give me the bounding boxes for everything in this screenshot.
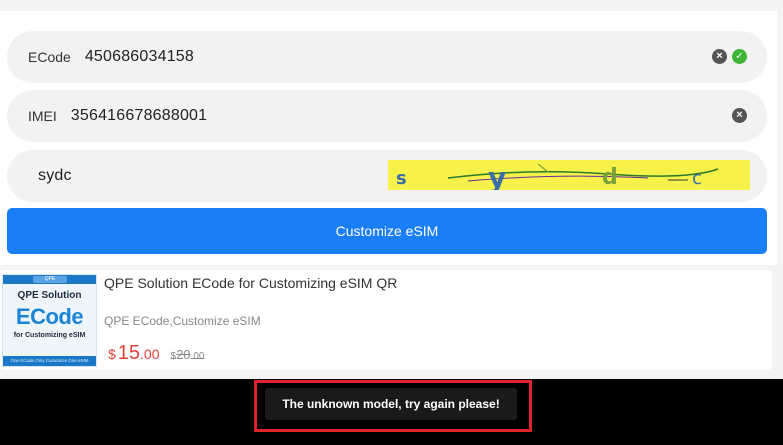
thumb-footer: One ECode Only Customize One eSIM — [3, 356, 96, 366]
captcha-field[interactable]: sydc s y d c — [7, 150, 767, 202]
thumb-brand: QPE Solution — [17, 290, 82, 301]
captcha-image[interactable]: s y d c — [388, 160, 750, 190]
page: ECode 450686034158 × ✓ IMEI 356416678688… — [0, 0, 783, 445]
svg-text:y: y — [488, 161, 506, 190]
old-price-integer: 20 — [176, 347, 191, 362]
svg-text:d: d — [602, 165, 618, 190]
ecode-input[interactable]: 450686034158 — [85, 48, 194, 66]
product-thumbnail[interactable]: QPE QPE Solution ECode for Customizing e… — [2, 274, 97, 367]
imei-label: IMEI — [28, 108, 57, 124]
clear-icon[interactable]: × — [712, 49, 727, 64]
check-circle-icon: ✓ — [732, 49, 747, 64]
price-integer: 15 — [117, 342, 141, 364]
thumb-subtitle: for Customizing eSIM — [13, 332, 86, 339]
price-currency: $ — [108, 346, 116, 362]
clear-icon[interactable]: × — [732, 108, 747, 123]
old-price: $20.00 — [171, 347, 205, 362]
ecode-label: ECode — [28, 49, 71, 65]
old-price-decimal: .00 — [190, 351, 205, 362]
thumb-badge: QPE — [33, 276, 67, 283]
svg-text:s: s — [396, 168, 407, 189]
error-toast: The unknown model, try again please! — [265, 388, 517, 420]
imei-input[interactable]: 356416678688001 — [71, 107, 207, 125]
top-strip — [0, 0, 783, 11]
imei-field[interactable]: IMEI 356416678688001 × — [7, 90, 767, 142]
thumb-product-name: ECode — [15, 304, 84, 329]
customize-esim-button[interactable]: Customize eSIM — [7, 208, 767, 254]
svg-text:c: c — [692, 168, 702, 189]
price-row: $ 15 .00 $20.00 — [108, 342, 204, 365]
product-title[interactable]: QPE Solution ECode for Customizing eSIM … — [104, 275, 397, 291]
price-decimal: .00 — [140, 346, 160, 362]
product-tags: QPE ECode,Customize eSIM — [104, 314, 261, 328]
captcha-graphic: s y d c — [388, 160, 750, 190]
product-card[interactable]: QPE QPE Solution ECode for Customizing e… — [0, 270, 772, 370]
ecode-field[interactable]: ECode 450686034158 × ✓ — [7, 31, 767, 83]
captcha-input[interactable]: sydc — [38, 167, 72, 185]
